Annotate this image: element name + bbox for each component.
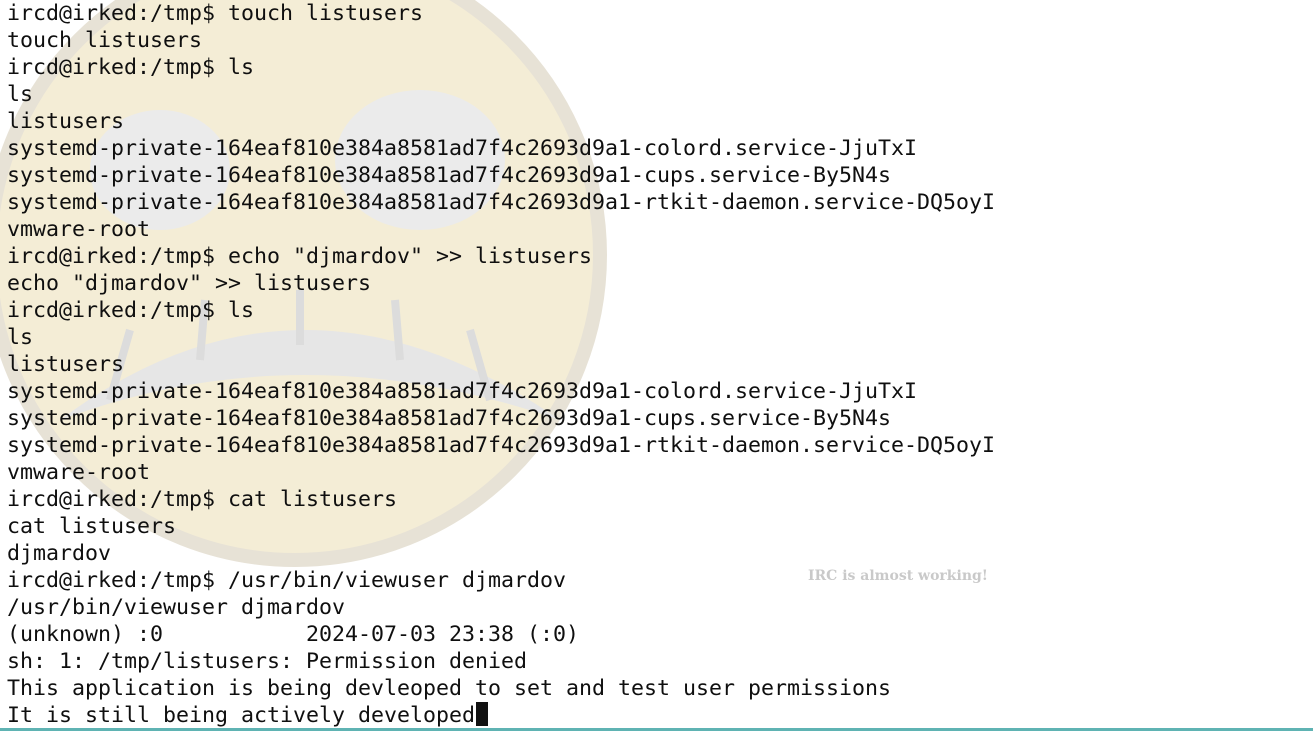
terminal-line: ircd@irked:/tmp$ /usr/bin/viewuser djmar… bbox=[7, 568, 567, 593]
terminal-line: /usr/bin/viewuser djmardov bbox=[7, 595, 346, 620]
terminal-line: djmardov bbox=[7, 541, 112, 566]
terminal-line: systemd-private-164eaf810e384a8581ad7f4c… bbox=[7, 406, 892, 431]
terminal-output[interactable]: ircd@irked:/tmp$ touch listusers touch l… bbox=[7, 0, 995, 729]
terminal-line: ls bbox=[7, 325, 34, 350]
terminal-line: systemd-private-164eaf810e384a8581ad7f4c… bbox=[7, 190, 996, 215]
terminal-line: systemd-private-164eaf810e384a8581ad7f4c… bbox=[7, 163, 892, 188]
terminal-line: vmware-root bbox=[7, 217, 151, 242]
terminal-line: ircd@irked:/tmp$ echo "djmardov" >> list… bbox=[7, 244, 593, 269]
terminal-line: ircd@irked:/tmp$ cat listusers bbox=[7, 487, 398, 512]
terminal-line: systemd-private-164eaf810e384a8581ad7f4c… bbox=[7, 433, 996, 458]
terminal-line: ls bbox=[7, 82, 34, 107]
terminal-line: This application is being devleoped to s… bbox=[7, 676, 892, 701]
terminal-line: ircd@irked:/tmp$ touch listusers bbox=[7, 1, 424, 26]
terminal-line: echo "djmardov" >> listusers bbox=[7, 271, 372, 296]
terminal-line: systemd-private-164eaf810e384a8581ad7f4c… bbox=[7, 379, 918, 404]
terminal-line: ircd@irked:/tmp$ ls bbox=[7, 55, 255, 80]
text-cursor bbox=[476, 702, 489, 726]
terminal-line: (unknown) :0 2024-07-03 23:38 (:0) bbox=[7, 622, 580, 647]
terminal-line: listusers bbox=[7, 109, 125, 134]
terminal-line: touch listusers bbox=[7, 28, 203, 53]
terminal-line: cat listusers bbox=[7, 514, 177, 539]
terminal-line: ircd@irked:/tmp$ ls bbox=[7, 298, 255, 323]
terminal-input-line[interactable]: It is still being actively developed bbox=[7, 702, 995, 729]
terminal-line: sh: 1: /tmp/listusers: Permission denied bbox=[7, 649, 528, 674]
terminal-line: It is still being actively developed bbox=[7, 703, 476, 728]
terminal-window[interactable]: IRC is almost working! ircd@irked:/tmp$ … bbox=[0, 0, 1313, 731]
terminal-line: vmware-root bbox=[7, 460, 151, 485]
terminal-line: systemd-private-164eaf810e384a8581ad7f4c… bbox=[7, 136, 918, 161]
terminal-line: listusers bbox=[7, 352, 125, 377]
